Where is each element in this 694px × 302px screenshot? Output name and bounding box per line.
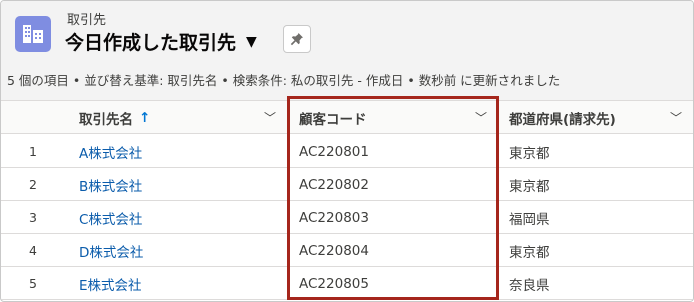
list-view-frame: 取引先 今日作成した取引先 ▼ 5 個の項目 • 並び替え基準: 取引先名 • … — [0, 0, 694, 302]
list-status-text: 5 個の項目 • 並び替え基準: 取引先名 • 検索条件: 私の取引先 - 作成… — [7, 73, 561, 88]
table-row: 3 C株式会社 AC220803 福岡県 — [1, 201, 693, 234]
table-row: 5 E株式会社 AC220805 奈良県 — [1, 267, 693, 300]
row-number: 3 — [29, 210, 37, 225]
chevron-down-icon[interactable]: ﹀ — [475, 109, 487, 126]
chevron-down-icon[interactable]: ﹀ — [264, 109, 276, 126]
account-name-link[interactable]: A株式会社 — [79, 135, 142, 168]
row-number: 2 — [29, 177, 37, 192]
pushpin-icon — [290, 33, 303, 46]
billing-state: 福岡県 — [509, 211, 550, 228]
column-label: 顧客コード — [299, 111, 367, 128]
table-row: 2 B株式会社 AC220802 東京都 — [1, 168, 693, 201]
caret-down-icon[interactable]: ▼ — [246, 34, 257, 50]
table-row: 4 D株式会社 AC220804 東京都 — [1, 234, 693, 267]
account-name-link[interactable]: E株式会社 — [79, 267, 142, 300]
chevron-down-icon[interactable]: ﹀ — [670, 109, 682, 126]
column-divider[interactable] — [498, 107, 499, 128]
pin-list-button[interactable] — [283, 25, 311, 53]
customer-code: AC220803 — [299, 209, 369, 226]
customer-code: AC220802 — [299, 176, 369, 193]
column-header-customer-code[interactable]: 顧客コード — [299, 101, 367, 134]
table-row: 1 A株式会社 AC220801 東京都 — [1, 135, 693, 168]
column-header-account-name[interactable]: 取引先名 ↑ — [79, 101, 150, 134]
billing-state: 東京都 — [509, 244, 550, 261]
account-name-link[interactable]: C株式会社 — [79, 201, 142, 234]
row-number: 1 — [29, 144, 37, 159]
column-header-billing-state[interactable]: 都道府県(請求先) — [509, 101, 616, 134]
customer-code: AC220805 — [299, 275, 369, 292]
customer-code: AC220804 — [299, 242, 369, 259]
sort-ascending-icon: ↑ — [139, 109, 151, 126]
billing-state: 東京都 — [509, 145, 550, 162]
column-label: 都道府県(請求先) — [509, 111, 616, 128]
customer-code: AC220801 — [299, 143, 369, 160]
list-view-selector[interactable]: 今日作成した取引先 ▼ — [65, 28, 257, 55]
object-label: 取引先 — [67, 13, 107, 28]
billing-state: 東京都 — [509, 178, 550, 195]
row-number: 5 — [29, 276, 37, 291]
table-header-row: 取引先名 ↑ ﹀ 顧客コード ﹀ 都道府県(請求先) ﹀ — [1, 101, 693, 134]
column-divider[interactable] — [287, 107, 288, 128]
billing-state: 奈良県 — [509, 277, 550, 294]
list-title: 今日作成した取引先 — [65, 32, 237, 54]
row-number: 4 — [29, 243, 37, 258]
list-view-header: 取引先 今日作成した取引先 ▼ 5 個の項目 • 並び替え基準: 取引先名 • … — [1, 1, 693, 101]
column-label: 取引先名 — [79, 111, 133, 128]
table-grid-icon — [15, 16, 51, 52]
account-name-link[interactable]: B株式会社 — [79, 168, 142, 201]
account-name-link[interactable]: D株式会社 — [79, 234, 143, 267]
